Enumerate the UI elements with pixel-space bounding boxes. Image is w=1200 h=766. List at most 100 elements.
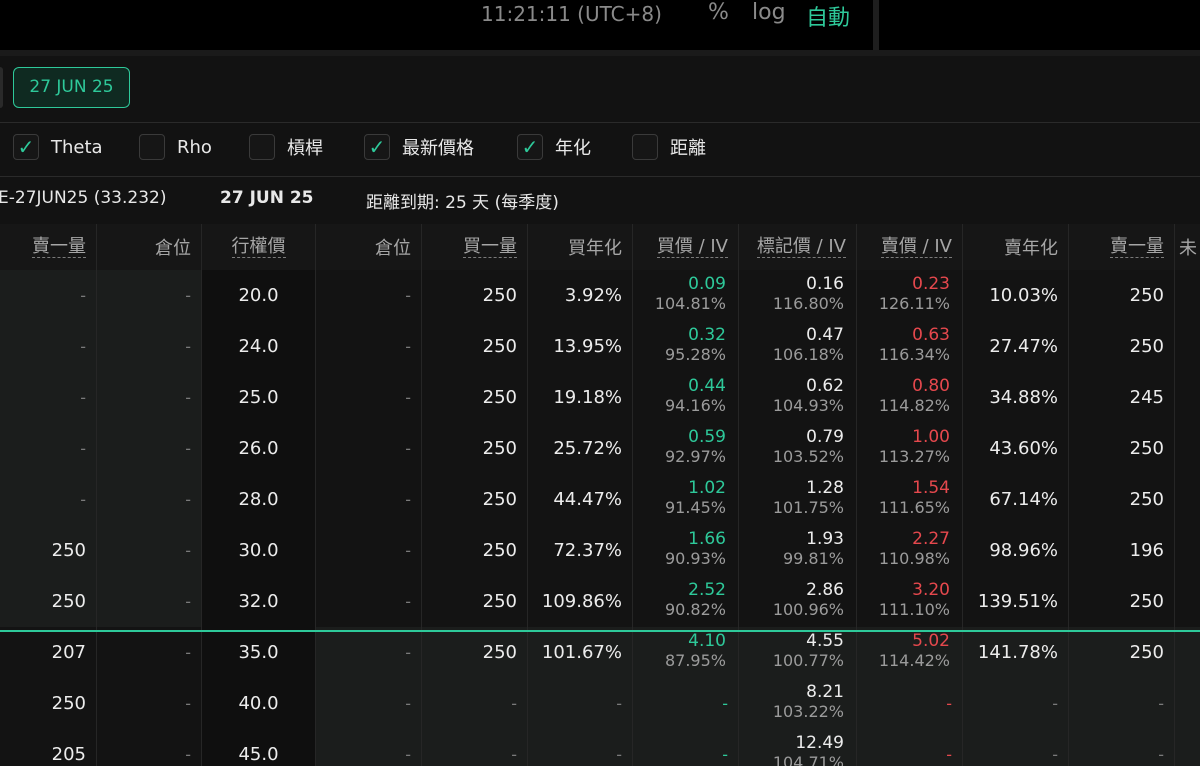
cell-bid[interactable]: - — [633, 678, 739, 729]
cell-bid-size: 250 — [422, 576, 528, 627]
header-position[interactable]: 倉位 — [316, 224, 422, 270]
cell-value: 139.51% — [977, 591, 1058, 612]
table-row[interactable]: 250 - 40.0 - - - - 8.21 103.22% - - - — [0, 678, 1200, 729]
checkbox-empty[interactable] — [249, 134, 275, 160]
table-row[interactable]: 250 - 30.0 - 250 72.37% 1.66 90.93% 1.93 99.81% 2.… — [0, 525, 1200, 576]
cell-value: 25.72% — [553, 438, 622, 459]
table-row[interactable]: 205 - 45.0 - - - - 12.49 104.71% - - - — [0, 729, 1200, 766]
panel-divider[interactable] — [873, 0, 879, 50]
header-ask-size[interactable]: 賣一量 — [1069, 224, 1175, 270]
option-distance[interactable]: 距離 — [632, 133, 706, 161]
cell-value: 250 — [1129, 489, 1164, 510]
cell-value: - — [405, 643, 411, 662]
table-row[interactable]: - - 20.0 - 250 3.92% 0.09 104.81% 0.16 116.80% 0.2… — [0, 270, 1200, 321]
cell-ask[interactable]: 3.20 111.10% — [857, 576, 963, 627]
cell-strike: 24.0 — [202, 321, 316, 372]
cell-ask[interactable]: 1.54 111.65% — [857, 474, 963, 525]
cell-bid-size: 250 — [422, 474, 528, 525]
table-row[interactable]: 250 - 32.0 - 250 109.86% 2.52 90.82% 2.86 100.96%… — [0, 576, 1200, 627]
cell-ask[interactable]: 5.02 114.42% — [857, 627, 963, 678]
cell-value: 13.95% — [553, 336, 622, 357]
check-icon[interactable]: ✓ — [13, 134, 39, 160]
price-iv-pair: 3.20 111.10% — [879, 581, 950, 620]
checkbox-empty[interactable] — [632, 134, 658, 160]
cell-bid-size: 250 — [422, 321, 528, 372]
cell-bid[interactable]: 0.44 94.16% — [633, 372, 739, 423]
option-label: 槓桿 — [287, 138, 323, 159]
cell-value: 250 — [482, 591, 517, 612]
cell-bid[interactable]: 1.02 91.45% — [633, 474, 739, 525]
price-iv-pair: 0.09 104.81% — [655, 275, 726, 314]
cell-mark[interactable]: 0.79 103.52% — [739, 423, 857, 474]
header-strike[interactable]: 行權價 — [202, 224, 316, 270]
price-iv-pair: 4.10 87.95% — [665, 632, 726, 671]
cell-bid[interactable]: 2.52 90.82% — [633, 576, 739, 627]
scale-log-button[interactable]: log — [752, 0, 786, 25]
cell-mark[interactable]: 0.47 106.18% — [739, 321, 857, 372]
cell-strike: 30.0 — [202, 525, 316, 576]
header-ask-annual[interactable]: 賣年化 — [963, 224, 1069, 270]
header-bid-annual[interactable]: 買年化 — [528, 224, 633, 270]
scale-percent-button[interactable]: % — [708, 0, 729, 25]
price-value: 2.86 — [806, 580, 844, 600]
cell-ask[interactable]: - — [857, 678, 963, 729]
header-position-left[interactable]: 倉位 — [97, 224, 202, 270]
expiry-chip-selected[interactable]: 27 JUN 25 — [13, 67, 130, 108]
table-row[interactable]: - - 28.0 - 250 44.47% 1.02 91.45% 1.28 101.75% 1.5… — [0, 474, 1200, 525]
cell-mark[interactable]: 1.93 99.81% — [739, 525, 857, 576]
check-icon[interactable]: ✓ — [517, 134, 543, 160]
table-row[interactable]: - - 24.0 - 250 13.95% 0.32 95.28% 0.47 106.18% 0.6… — [0, 321, 1200, 372]
cell-pos-left: - — [97, 525, 202, 576]
cell-ask[interactable]: 2.27 110.98% — [857, 525, 963, 576]
cell-bid[interactable]: 4.10 87.95% — [633, 627, 739, 678]
checkbox-empty[interactable] — [139, 134, 165, 160]
cell-bid[interactable]: 1.66 90.93% — [633, 525, 739, 576]
cell-bid[interactable]: 0.59 92.97% — [633, 423, 739, 474]
header-label: 行權價 — [231, 235, 286, 259]
cell-pos: - — [316, 576, 422, 627]
check-icon[interactable]: ✓ — [364, 134, 390, 160]
cell-value: 109.86% — [541, 591, 622, 612]
cell-pos: - — [316, 525, 422, 576]
header-bid-iv[interactable]: 買價 / IV — [633, 224, 739, 270]
header-mark-iv[interactable]: 標記價 / IV — [739, 224, 857, 270]
separator — [0, 176, 1200, 177]
header-label: 買價 / IV — [656, 235, 728, 259]
cell-ask-size: 245 — [1069, 372, 1175, 423]
cell-value: 250 — [482, 387, 517, 408]
cell-mark[interactable]: 2.86 100.96% — [739, 576, 857, 627]
option-rho[interactable]: Rho — [139, 133, 212, 161]
price-iv-pair: 1.02 91.45% — [665, 479, 726, 518]
option-last-price[interactable]: ✓ 最新價格 — [364, 133, 474, 161]
cell-mark[interactable]: 0.16 116.80% — [739, 270, 857, 321]
cell-bid[interactable]: 0.32 95.28% — [633, 321, 739, 372]
cell-ask[interactable]: - — [857, 729, 963, 766]
option-theta[interactable]: ✓ Theta — [13, 133, 103, 161]
scale-auto-button[interactable]: 自動 — [806, 0, 850, 32]
cell-ask[interactable]: 0.23 126.11% — [857, 270, 963, 321]
header-label: 賣年化 — [1004, 238, 1058, 259]
header-ask-iv[interactable]: 賣價 / IV — [857, 224, 963, 270]
cell-value: 3.92% — [564, 285, 622, 306]
header-ask-size-left[interactable]: 賣一量 — [0, 224, 97, 270]
cell-mark[interactable]: 1.28 101.75% — [739, 474, 857, 525]
cell-mark[interactable]: 4.55 100.77% — [739, 627, 857, 678]
table-row[interactable]: 207 - 35.0 - 250 101.67% 4.10 87.95% 4.55 100.77%… — [0, 627, 1200, 678]
cell-mark[interactable]: 0.62 104.93% — [739, 372, 857, 423]
header-bid-size[interactable]: 買一量 — [422, 224, 528, 270]
cell-truncated — [1175, 423, 1200, 474]
option-leverage[interactable]: 槓桿 — [249, 133, 323, 161]
cell-bid-annual: 101.67% — [528, 627, 633, 678]
cell-bid[interactable]: - — [633, 729, 739, 766]
price-iv-pair: 2.52 90.82% — [665, 581, 726, 620]
option-annualized[interactable]: ✓ 年化 — [517, 133, 591, 161]
cell-ask[interactable]: 0.63 116.34% — [857, 321, 963, 372]
cell-mark[interactable]: 8.21 103.22% — [739, 678, 857, 729]
cell-bid[interactable]: 0.09 104.81% — [633, 270, 739, 321]
cell-ask[interactable]: 1.00 113.27% — [857, 423, 963, 474]
cell-mark[interactable]: 12.49 104.71% — [739, 729, 857, 766]
cell-ask[interactable]: 0.80 114.82% — [857, 372, 963, 423]
expiry-chip-prev[interactable] — [0, 67, 3, 108]
table-row[interactable]: - - 25.0 - 250 19.18% 0.44 94.16% 0.62 104.93% 0.8… — [0, 372, 1200, 423]
table-row[interactable]: - - 26.0 - 250 25.72% 0.59 92.97% 0.79 103.52% 1.0… — [0, 423, 1200, 474]
